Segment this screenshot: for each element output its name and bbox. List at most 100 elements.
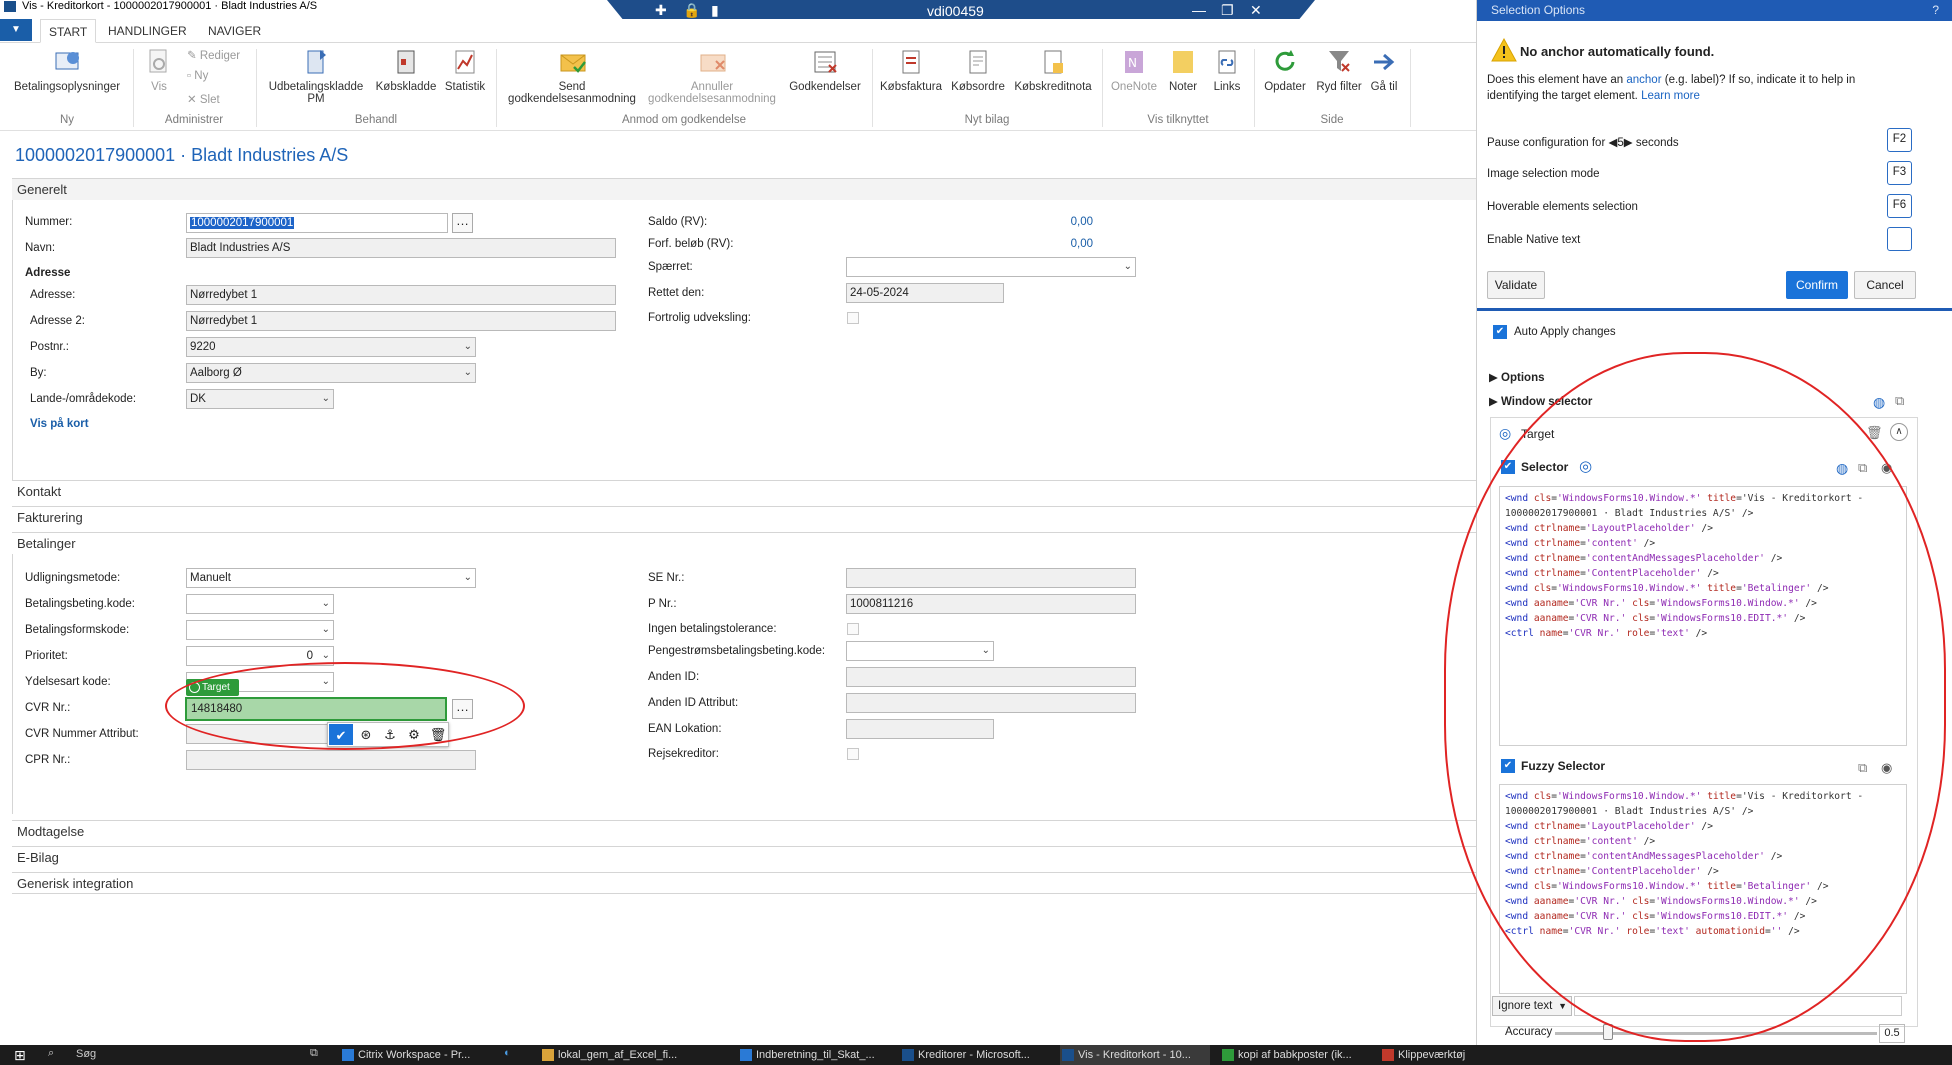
panel-title: Selection Options ? <box>1477 0 1952 21</box>
ga-til-button[interactable]: Gå til <box>1366 47 1402 93</box>
app-menu-button[interactable]: ▼ <box>0 19 32 41</box>
auto-apply-checkbox[interactable]: ✔ <box>1493 325 1507 339</box>
annuller-godkendelsesanmodning-button[interactable]: Annuller godkendelsesanmodning <box>642 47 782 105</box>
udligning-dropdown[interactable]: Manuelt ⌄ <box>186 568 476 588</box>
decrease-icon[interactable]: ◀ <box>1608 137 1617 149</box>
send-godkendelsesanmodning-button[interactable]: Send godkendelsesanmodning <box>502 47 642 105</box>
anden-id-attr-field[interactable] <box>846 693 1136 713</box>
fasttab-ebilag[interactable]: E-Bilag <box>12 846 1476 868</box>
chevron-down-icon: ⌄ <box>463 341 472 352</box>
se-field[interactable] <box>846 568 1136 588</box>
anden-id-attr-label: Anden ID Attribut: <box>648 697 739 709</box>
options-expander[interactable]: ▶ Options <box>1489 370 1545 384</box>
ingen-checkbox[interactable] <box>847 623 859 635</box>
app-icon <box>4 1 16 12</box>
ean-field[interactable] <box>846 719 994 739</box>
betingelse-dropdown[interactable]: ⌄ <box>186 594 334 614</box>
ryd-filter-button[interactable]: Ryd filter <box>1314 47 1364 93</box>
edge-icon[interactable]: ◐ <box>504 1047 511 1059</box>
image-mode-hotkey[interactable]: F3 <box>1887 161 1912 185</box>
kobsfaktura-button[interactable]: Købsfaktura <box>878 47 944 93</box>
cancel-button[interactable]: Cancel <box>1854 271 1916 299</box>
ny-button[interactable]: ▫ Ny <box>187 70 208 82</box>
copy-icon[interactable]: ⧉ <box>1895 393 1904 409</box>
tab-naviger[interactable]: NAVIGER <box>200 19 269 43</box>
spaerret-dropdown[interactable]: ⌄ <box>846 257 1136 277</box>
taskbar-search[interactable]: Søg <box>76 1048 96 1060</box>
adresse-field[interactable]: Nørredybet 1 <box>186 285 616 305</box>
taskbar-item-kreditorer[interactable]: Kreditorer - Microsoft... <box>900 1045 1050 1065</box>
anchor-link[interactable]: anchor <box>1626 74 1661 86</box>
confirm-button[interactable]: Confirm <box>1786 271 1848 299</box>
links-button[interactable]: Links <box>1206 47 1248 93</box>
godkendelser-button[interactable]: Godkendelser <box>784 47 866 93</box>
vis-paa-kort-link[interactable]: Vis på kort <box>30 418 89 430</box>
statistik-button[interactable]: Statistik <box>440 47 490 93</box>
collapse-icon[interactable]: ∧ <box>1890 423 1908 441</box>
fasttab-fakturering[interactable]: Fakturering <box>12 506 1476 528</box>
by-dropdown[interactable]: Aalborg Ø ⌄ <box>186 363 476 383</box>
anden-id-field[interactable] <box>846 667 1136 687</box>
navn-field[interactable]: Bladt Industries A/S <box>186 238 616 258</box>
search-icon[interactable]: ⌕ <box>48 1047 54 1060</box>
nummer-field[interactable]: 1000002017900001 <box>186 213 448 233</box>
vis-button[interactable]: Vis <box>144 47 174 93</box>
learn-more-link[interactable]: Learn more <box>1641 90 1700 102</box>
noter-button[interactable]: Noter <box>1162 47 1204 93</box>
betalingsoplysninger-button[interactable]: Betalingsoplysninger <box>8 47 126 93</box>
restore-icon[interactable]: ❐ <box>1221 2 1234 19</box>
kobskreditnota-button[interactable]: Købskreditnota <box>1010 47 1096 93</box>
minimize-icon[interactable]: — <box>1192 2 1206 18</box>
udbetalingskladde-button[interactable]: Udbetalingskladde PM <box>262 47 370 105</box>
taskbar-item-excel-folder[interactable]: lokal_gem_af_Excel_fi... <box>540 1045 690 1065</box>
task-view-icon[interactable]: ⧉ <box>310 1047 318 1060</box>
lande-dropdown[interactable]: DK ⌄ <box>186 389 334 409</box>
pin-icon[interactable]: ✚ <box>655 2 667 19</box>
pengestrom-dropdown[interactable]: ⌄ <box>846 641 994 661</box>
forf-value[interactable]: 0,00 <box>1013 238 1093 250</box>
close-icon[interactable]: ✕ <box>1250 2 1262 19</box>
kobsordre-button[interactable]: Købsordre <box>946 47 1010 93</box>
rejse-checkbox[interactable] <box>847 748 859 760</box>
slet-button[interactable]: ✕ Slet <box>187 92 220 106</box>
fasttab-generisk[interactable]: Generisk integration <box>12 872 1476 894</box>
saldo-value[interactable]: 0,00 <box>1013 216 1093 228</box>
p-field[interactable]: 1000811216 <box>846 594 1136 614</box>
taskbar-item-kopi[interactable]: kopi af babkposter (ik... <box>1220 1045 1370 1065</box>
validate-button[interactable]: Validate <box>1487 271 1545 299</box>
signal-icon[interactable]: ▮ <box>711 2 719 19</box>
taskbar-item-kreditorkort[interactable]: Vis - Kreditorkort - 10... <box>1060 1045 1210 1065</box>
nummer-lookup-button[interactable]: … <box>452 213 473 233</box>
taskbar-item-klippevaerktoj[interactable]: Klippeværktøj <box>1380 1045 1500 1065</box>
fasttab-modtagelse[interactable]: Modtagelse <box>12 820 1476 842</box>
ean-label: EAN Lokation: <box>648 723 722 735</box>
ignore-text-dropdown[interactable]: Ignore text ▼ <box>1492 996 1572 1016</box>
fasttab-kontakt[interactable]: Kontakt <box>12 480 1476 502</box>
onenote-button[interactable]: N OneNote <box>1108 47 1160 93</box>
postnr-dropdown[interactable]: 9220 ⌄ <box>186 337 476 357</box>
accuracy-value[interactable]: 0.5 <box>1879 1024 1905 1043</box>
fasttab-betalinger[interactable]: Betalinger <box>12 532 1476 554</box>
kobskladde-button[interactable]: Købskladde <box>372 47 440 93</box>
hoverable-hotkey[interactable]: F6 <box>1887 194 1912 218</box>
native-text-toggle[interactable] <box>1887 227 1912 251</box>
tab-start[interactable]: START <box>40 19 97 43</box>
globe-icon[interactable]: ◍ <box>1873 394 1885 411</box>
taskbar-item-citrix[interactable]: Citrix Workspace - Pr... <box>340 1045 490 1065</box>
adresse2-field[interactable]: Nørredybet 1 <box>186 311 616 331</box>
rettet-field[interactable]: 24-05-2024 <box>846 283 1004 303</box>
cpr-label: CPR Nr.: <box>25 754 71 766</box>
fasttab-generelt[interactable]: Generelt <box>12 178 1476 200</box>
taskbar-item-indberetning[interactable]: Indberetning_til_Skat_... <box>738 1045 888 1065</box>
fortrolig-checkbox[interactable] <box>847 312 859 324</box>
windows-start-icon[interactable]: ⊞ <box>14 1047 26 1064</box>
tab-handlinger[interactable]: HANDLINGER <box>100 19 195 43</box>
cpr-field[interactable] <box>186 750 476 770</box>
lock-icon[interactable]: 🔒 <box>683 2 700 19</box>
pause-hotkey[interactable]: F2 <box>1887 128 1912 152</box>
help-icon[interactable]: ? <box>1932 0 1939 21</box>
opdater-button[interactable]: Opdater <box>1262 47 1308 93</box>
rediger-button[interactable]: ✎ Rediger <box>187 48 240 62</box>
increase-icon[interactable]: ▶ <box>1624 137 1633 149</box>
formkode-dropdown[interactable]: ⌄ <box>186 620 334 640</box>
